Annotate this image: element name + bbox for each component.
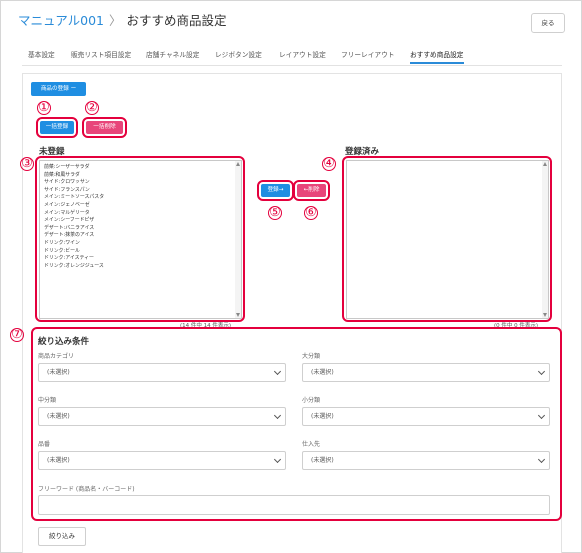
minor-class-value: (未選択): [311, 413, 334, 420]
filter-title: 絞り込み条件: [38, 337, 90, 347]
chevron-down-icon: [273, 367, 282, 376]
chevron-down-icon: [273, 455, 282, 464]
move-register-button[interactable]: 登録→: [261, 184, 290, 197]
item-number-value: (未選択): [47, 457, 70, 464]
middle-class-select[interactable]: (未選択): [38, 407, 286, 426]
annotation-6: ⑥: [304, 205, 318, 220]
list-item[interactable]: ドリンク:アイスティー: [44, 255, 104, 263]
list-item[interactable]: ドリンク:ビール: [44, 248, 104, 256]
list-item[interactable]: 前菜:和風サラダ: [44, 172, 104, 180]
list-item[interactable]: メイン:ミートソースパスタ: [44, 194, 104, 202]
bulk-delete-button[interactable]: 一括削除: [86, 121, 123, 134]
breadcrumb: マニュアル001 〉おすすめ商品設定: [18, 10, 227, 29]
list-item[interactable]: ドリンク:ワイン: [44, 240, 104, 248]
unregistered-scrollbar[interactable]: [235, 161, 241, 318]
chevron-down-icon: [273, 411, 282, 420]
breadcrumb-separator-icon: 〉: [108, 13, 122, 28]
category-label: 商品カテゴリ: [38, 353, 75, 360]
middle-class-value: (未選択): [47, 413, 70, 420]
list-item[interactable]: デザート:抹茶のアイス: [44, 232, 104, 240]
tab-free-layout[interactable]: フリーレイアウト: [341, 49, 395, 64]
breadcrumb-root-link[interactable]: マニュアル001: [18, 13, 104, 28]
register-product-menu-button[interactable]: 商品の登録 ー: [31, 82, 86, 96]
freeword-label: フリーワード (商品名・バーコード): [38, 486, 135, 493]
annotation-7: ⑦: [10, 327, 24, 342]
list-item[interactable]: 前菜:シーザーサラダ: [44, 164, 104, 172]
apply-filter-button[interactable]: 絞り込み: [38, 527, 86, 546]
annotation-4: ④: [322, 156, 336, 171]
scroll-down-icon[interactable]: [236, 313, 240, 317]
annotation-3: ③: [20, 156, 34, 171]
chevron-down-icon: [537, 411, 546, 420]
list-item[interactable]: メイン:シーフードピザ: [44, 217, 104, 225]
major-class-label: 大分類: [302, 353, 321, 360]
tab-recommended-products[interactable]: おすすめ商品設定: [410, 49, 464, 64]
unregistered-options: 前菜:シーザーサラダ 前菜:和風サラダ サイド:クロワッサン サイド:フランスパ…: [44, 164, 104, 270]
supplier-select[interactable]: (未選択): [302, 451, 550, 470]
scroll-down-icon[interactable]: [543, 313, 547, 317]
list-item[interactable]: メイン:マルゲリータ: [44, 210, 104, 218]
item-number-label: 品番: [38, 441, 51, 448]
scroll-up-icon[interactable]: [543, 162, 547, 166]
tab-register-button-settings[interactable]: レジボタン設定: [215, 49, 262, 64]
annotation-2: ②: [85, 100, 99, 115]
list-item[interactable]: ドリンク:オレンジジュース: [44, 263, 104, 271]
unregistered-listbox[interactable]: 前菜:シーザーサラダ 前菜:和風サラダ サイド:クロワッサン サイド:フランスパ…: [39, 160, 242, 319]
list-item[interactable]: サイド:クロワッサン: [44, 179, 104, 187]
supplier-label: 仕入先: [302, 441, 321, 448]
tab-sales-list-settings[interactable]: 販売リスト項目設定: [71, 49, 131, 64]
chevron-down-icon: [537, 455, 546, 464]
annotation-5: ⑤: [268, 205, 282, 220]
minor-class-label: 小分類: [302, 397, 321, 404]
list-item[interactable]: メイン:ジェノベーゼ: [44, 202, 104, 210]
major-class-select[interactable]: (未選択): [302, 363, 550, 382]
registered-scrollbar[interactable]: [542, 161, 548, 318]
item-number-select[interactable]: (未選択): [38, 451, 286, 470]
registered-listbox[interactable]: [346, 160, 549, 319]
tab-store-channel-settings[interactable]: 店舗チャネル設定: [146, 49, 199, 64]
move-delete-button[interactable]: ←削除: [297, 184, 326, 197]
freeword-input[interactable]: [38, 495, 550, 515]
major-class-value: (未選択): [311, 369, 334, 376]
back-button[interactable]: 戻る: [531, 13, 565, 33]
tab-layout-settings[interactable]: レイアウト設定: [279, 49, 326, 64]
minor-class-select[interactable]: (未選択): [302, 407, 550, 426]
category-select[interactable]: (未選択): [38, 363, 286, 382]
middle-class-label: 中分類: [38, 397, 57, 404]
annotation-1: ①: [37, 100, 51, 115]
page-title: おすすめ商品設定: [126, 13, 227, 28]
category-value: (未選択): [47, 369, 70, 376]
tab-basic-settings[interactable]: 基本設定: [28, 49, 55, 64]
scroll-up-icon[interactable]: [236, 162, 240, 166]
bulk-register-button[interactable]: 一括登録: [40, 121, 74, 134]
tab-divider: [22, 65, 562, 66]
supplier-value: (未選択): [311, 457, 334, 464]
chevron-down-icon: [537, 367, 546, 376]
